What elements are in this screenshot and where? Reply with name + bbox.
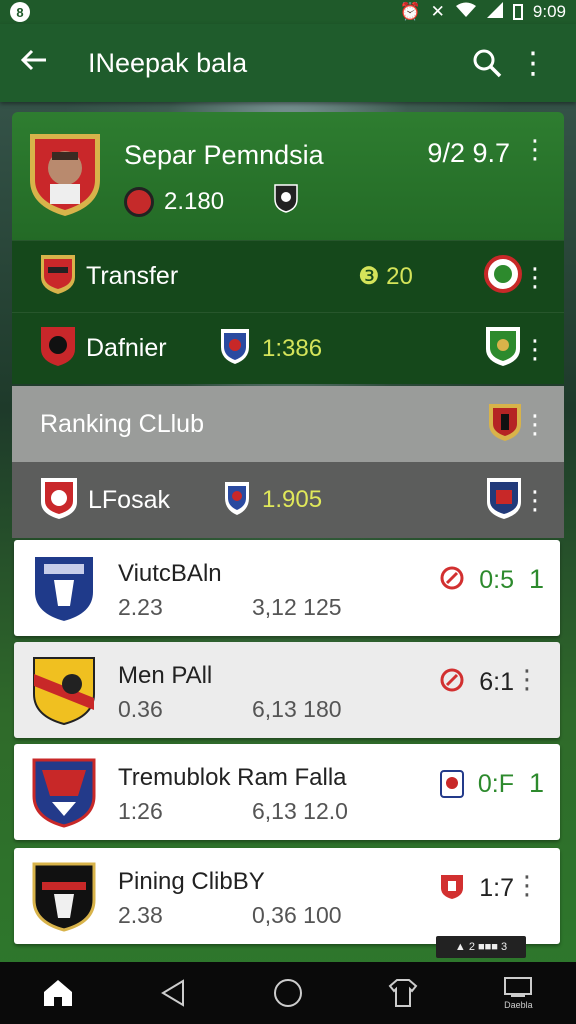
row-lfosak[interactable]: LFosak 1.905 ⋮ [12,462,564,538]
more-options-icon[interactable]: ⋮ [510,46,556,81]
list-item[interactable]: ViutcBAln 2.23 3,12 125 0:5 1 [14,540,560,636]
club-crest-icon [40,325,76,372]
row-value: 1:386 [262,334,323,362]
match-indicator: 1 [528,564,544,594]
row-transfer[interactable]: Transfer ❸ 20 ⋮ [12,240,564,312]
club-crest-icon [40,253,76,300]
battery-icon [512,4,523,20]
club-badge-icon [440,770,464,803]
club-crest-icon [40,476,78,525]
search-icon[interactable] [464,47,510,79]
notification-icon: 8 [10,2,30,22]
signal-icon [486,1,503,23]
card-menu-icon[interactable]: ⋮ [514,870,540,901]
player-header-card[interactable]: Separ Pemndsia 2.180 9/2 9.7 ⋮ [12,112,564,242]
club-crest-icon [32,756,96,833]
row-menu-icon[interactable]: ⋮ [522,487,548,513]
app-bar: INeepak bala ⋮ [0,24,576,102]
shield-icon [224,480,250,521]
team-name: Pining ClibBY [118,868,265,895]
match-score: 1:7 [479,874,514,902]
status-bar: 8 ⏰ ✕ 9:09 [0,0,576,24]
player-stat: 2.180 [164,187,225,215]
section-title: Ranking CLlub [40,409,204,438]
no-entry-icon [440,566,464,595]
team-stat-secondary: 0,36 100 [252,902,342,928]
club-badge-icon [484,255,522,298]
team-stat-secondary: 3,12 125 [252,594,342,620]
nav-label: Daebla [504,1000,533,1010]
club-crest-icon [32,552,96,629]
bluetooth-icon: ✕ [430,2,445,21]
player-name: Separ Pemndsia [124,140,324,170]
page-title: INeepak bala [88,47,248,78]
row-dafnier[interactable]: Dafnier 1:386 ⋮ [12,312,564,384]
club-badge-icon [484,325,522,372]
bottom-navigation: Daebla [0,962,576,1024]
club-badge-icon [486,476,522,525]
team-stat: 2.38 [118,902,163,928]
row-value: ❸ 20 [358,263,413,290]
club-crest-icon [32,654,96,731]
alarm-icon: ⏰ [399,2,421,21]
clock: 9:09 [532,2,566,21]
back-triangle-icon[interactable] [138,978,208,1008]
shield-icon [220,327,250,370]
club-badge-icon [124,186,154,217]
row-menu-icon[interactable]: ⋮ [522,336,548,362]
club-badge-icon [440,874,464,905]
team-stat: 0.36 [118,696,163,722]
hero-menu-icon[interactable]: ⋮ [522,136,548,162]
screen-icon[interactable]: Daebla [483,976,553,1010]
row-label: Dafnier [86,334,167,362]
row-menu-icon[interactable]: ⋮ [522,264,548,290]
wifi-icon [455,2,477,23]
team-name: ViutcBAln [118,560,222,587]
club-crest-icon [32,860,96,937]
match-score: 0:5 [479,566,514,594]
list-item[interactable]: Men PAll 0.36 6,13 180 6:1 ⋮ [14,642,560,738]
shield-icon [274,183,298,220]
section-menu-icon[interactable]: ⋮ [522,411,548,437]
club-badge-icon [488,402,522,447]
list-item[interactable]: Pining ClibBY 2.38 0,36 100 1:7 ⋮ [14,848,560,944]
no-entry-icon [440,668,464,697]
row-label: Transfer [86,262,179,290]
list-item[interactable]: Tremublok Ram Falla 1:26 6,13 12.0 0:F 1 [14,744,560,840]
card-menu-icon[interactable]: ⋮ [514,664,540,695]
back-arrow-icon[interactable] [20,46,70,80]
match-score: 6:1 [479,668,514,696]
team-stat: 1:26 [118,798,163,824]
team-stat: 2.23 [118,594,163,620]
section-header[interactable]: Ranking CLlub ⋮ [12,386,564,462]
team-name: Men PAll [118,662,213,689]
kit-icon[interactable] [368,978,438,1008]
club-crest-icon [28,130,102,218]
row-value: 1.905 [262,486,323,513]
team-stat-secondary: 6,13 180 [252,696,342,722]
team-stat-secondary: 6,13 12.0 [252,798,348,824]
player-score: 9/2 9.7 [427,138,510,168]
row-label: LFosak [88,485,170,514]
home-icon[interactable] [23,978,93,1008]
home-circle-icon[interactable] [253,978,323,1008]
mini-toast: ▲ 2 ■■■ 3 [436,936,526,958]
match-indicator: 1 [528,768,544,798]
match-score: 0:F [477,770,514,798]
team-name: Tremublok Ram Falla [118,764,347,791]
